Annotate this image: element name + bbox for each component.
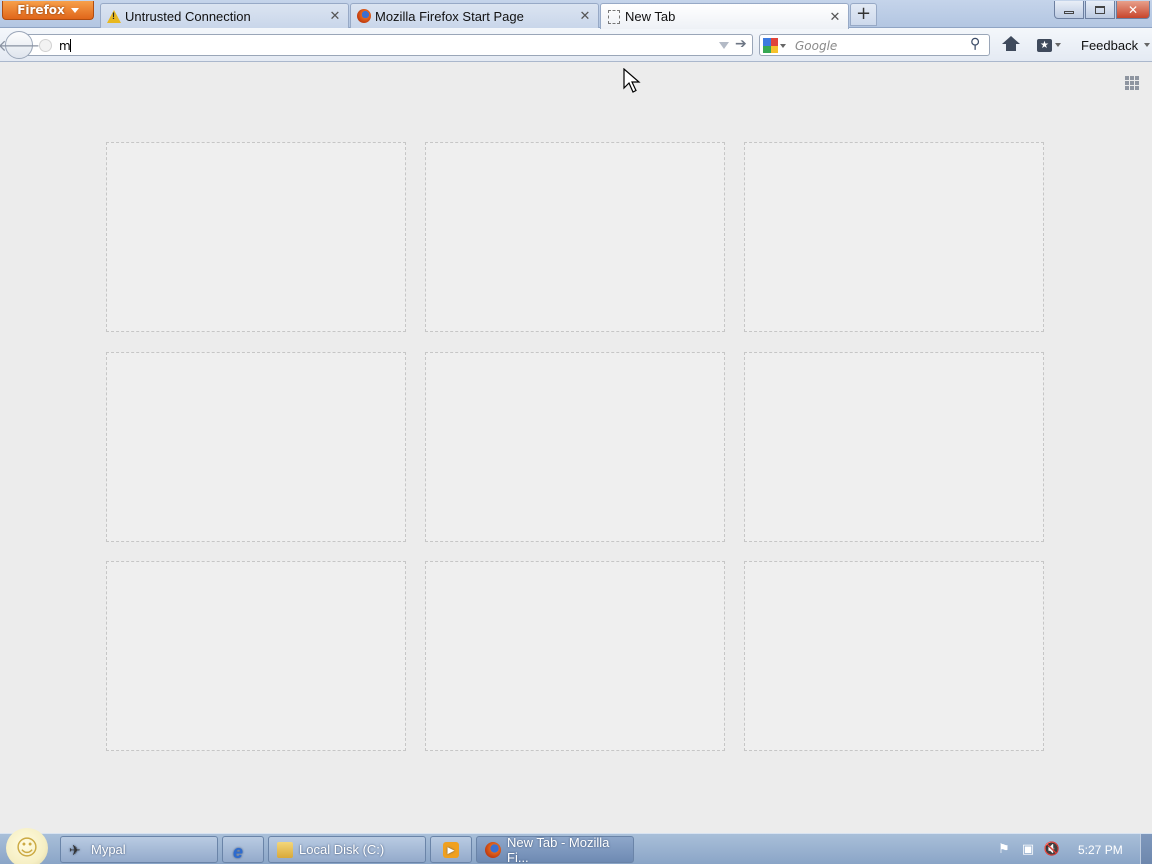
taskbar-item-firefox[interactable]: New Tab - Mozilla Fi... <box>476 834 634 864</box>
tab-mozilla-start-page[interactable]: Mozilla Firefox Start Page ✕ <box>350 3 599 28</box>
site-identity-icon[interactable] <box>39 39 52 52</box>
tab-new-tab[interactable]: New Tab ✕ <box>600 3 849 29</box>
media-player-icon: ▶ <box>443 841 459 858</box>
feedback-button[interactable]: Feedback <box>1077 34 1152 56</box>
url-bar[interactable]: ➔ <box>28 34 753 56</box>
start-button[interactable]: ☺ <box>6 828 48 864</box>
back-arrow-icon: 🡐 <box>0 36 41 55</box>
taskbar-item-label: Local Disk (C:) <box>299 842 385 857</box>
taskbar-item-ie[interactable]: e <box>222 836 264 863</box>
close-tab-icon[interactable]: ✕ <box>578 8 592 23</box>
restore-button[interactable] <box>1085 1 1115 19</box>
taskbar-item-label: Mypal <box>91 842 126 857</box>
search-input[interactable] <box>795 37 965 54</box>
google-icon <box>763 38 778 53</box>
navigation-toolbar: 🡐 ➔ ⚲ ★ Feedback <box>0 28 1152 62</box>
site-tile-empty[interactable] <box>744 142 1044 332</box>
system-tray: ⚑ ▣ 🔇 5:27 PM <box>990 834 1152 864</box>
clock[interactable]: 5:27 PM <box>1078 843 1123 857</box>
close-tab-icon[interactable]: ✕ <box>828 9 842 24</box>
minimize-icon <box>1064 11 1074 14</box>
text-caret <box>70 39 71 52</box>
go-arrow-icon[interactable]: ➔ <box>735 36 747 52</box>
new-tab-page <box>0 63 1152 833</box>
action-center-flag-icon[interactable]: ⚑ <box>996 842 1012 858</box>
back-button[interactable]: 🡐 <box>0 31 40 59</box>
title-bar: Firefox Untrusted Connection ✕ Mozilla F… <box>0 0 1152 29</box>
feedback-label: Feedback <box>1081 37 1139 53</box>
close-window-button[interactable]: ✕ <box>1116 1 1150 19</box>
chevron-down-icon <box>780 43 786 48</box>
site-tile-empty[interactable] <box>425 352 725 542</box>
close-tab-icon[interactable]: ✕ <box>328 8 342 23</box>
tab-label: Untrusted Connection <box>125 8 251 24</box>
bookmark-star-icon: ★ <box>1037 38 1052 52</box>
network-icon[interactable]: ▣ <box>1020 842 1036 858</box>
show-desktop-button[interactable] <box>1140 834 1152 864</box>
site-tile-empty[interactable] <box>106 561 406 751</box>
site-tile-empty[interactable] <box>744 561 1044 751</box>
home-icon <box>1002 35 1020 52</box>
search-bar[interactable]: ⚲ <box>759 34 990 56</box>
chevron-down-icon <box>1144 43 1151 47</box>
mypal-icon: ✈ <box>69 841 81 858</box>
home-button[interactable] <box>998 34 1024 56</box>
history-dropdown-icon[interactable] <box>719 42 729 49</box>
bookmarks-menu-button[interactable]: ★ <box>1037 34 1069 56</box>
taskbar-item-label: New Tab - Mozilla Fi... <box>507 834 610 864</box>
start-orb-icon: ☺ <box>15 835 39 861</box>
site-tile-empty[interactable] <box>106 352 406 542</box>
close-icon: ✕ <box>1127 2 1139 17</box>
tab-untrusted-connection[interactable]: Untrusted Connection ✕ <box>100 3 349 28</box>
taskbar-item-local-disk[interactable]: Local Disk (C:) <box>268 836 426 863</box>
firefox-icon <box>356 8 372 24</box>
tab-label: Mozilla Firefox Start Page <box>375 8 524 24</box>
taskbar-item-media-player[interactable]: ▶ <box>430 836 472 863</box>
mouse-cursor-icon <box>623 68 641 93</box>
volume-muted-icon[interactable]: 🔇 <box>1044 842 1060 858</box>
new-tab-button[interactable]: + <box>850 3 877 26</box>
restore-icon <box>1095 5 1105 14</box>
ie-icon: e <box>233 841 244 862</box>
chevron-down-icon <box>1055 43 1061 47</box>
grid-toggle-icon[interactable] <box>1125 76 1139 90</box>
site-tile-empty[interactable] <box>106 142 406 332</box>
warning-icon <box>106 8 122 24</box>
blank-page-icon <box>606 9 622 25</box>
folder-icon <box>277 841 293 858</box>
minimize-button[interactable] <box>1054 1 1084 19</box>
search-engine-button[interactable] <box>763 37 789 54</box>
url-input[interactable] <box>59 37 699 54</box>
site-tile-empty[interactable] <box>425 561 725 751</box>
firefox-menu-button[interactable]: Firefox <box>2 1 94 20</box>
site-tile-empty[interactable] <box>744 352 1044 542</box>
firefox-menu-label: Firefox <box>17 3 65 17</box>
site-tile-empty[interactable] <box>425 142 725 332</box>
tab-label: New Tab <box>625 9 676 24</box>
search-icon[interactable]: ⚲ <box>970 36 980 52</box>
chevron-down-icon <box>70 7 79 13</box>
taskbar: ☺ ✈ Mypal e Local Disk (C:) ▶ New Tab - … <box>0 828 1152 864</box>
firefox-icon <box>485 841 501 858</box>
taskbar-item-mypal[interactable]: ✈ Mypal <box>60 836 218 863</box>
